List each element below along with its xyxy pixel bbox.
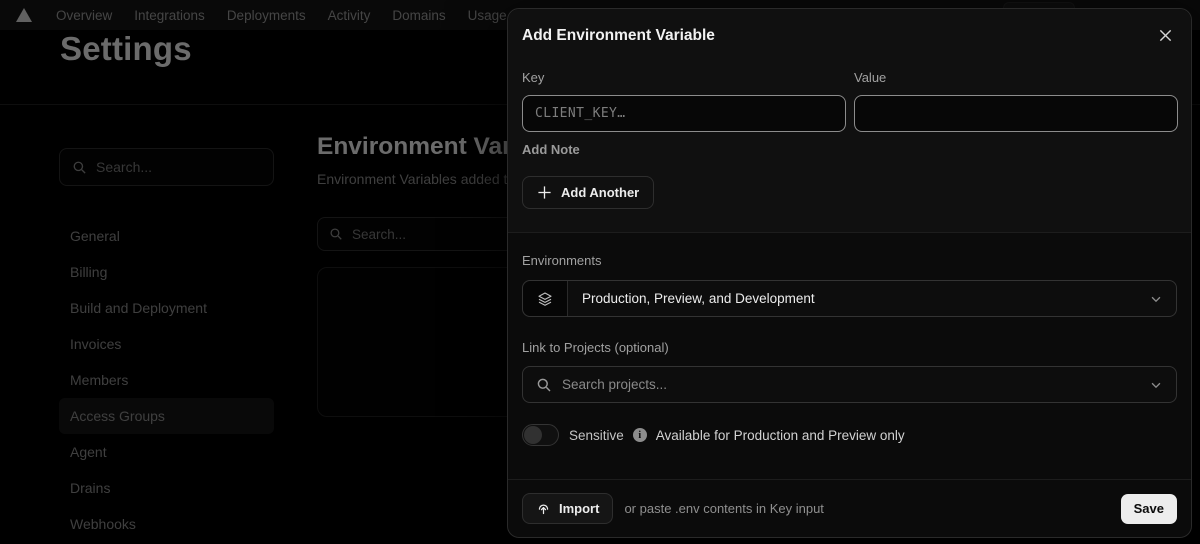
add-another-button[interactable]: Add Another <box>522 176 655 209</box>
chevron-down-icon <box>1151 296 1161 302</box>
sensitive-toggle[interactable] <box>522 424 559 446</box>
upload-icon <box>538 504 549 515</box>
sensitive-label: Sensitive <box>569 427 624 443</box>
import-button[interactable]: Import <box>522 493 614 524</box>
key-input[interactable] <box>522 95 846 132</box>
environments-selected-value: Production, Preview, and Development <box>582 291 815 306</box>
modal-middle-section: Environments Production, Preview, and De… <box>508 234 1191 479</box>
modal-title: Add Environment Variable <box>522 27 715 44</box>
project-search-input[interactable]: Search projects... <box>522 366 1177 403</box>
project-search-placeholder: Search projects... <box>562 377 668 392</box>
layers-icon <box>538 291 552 306</box>
add-note-link[interactable]: Add Note <box>522 142 580 157</box>
chevron-down-icon <box>1151 382 1161 388</box>
add-env-variable-modal: Add Environment Variable Key Value Add N… <box>507 8 1192 538</box>
modal-footer: Import or paste .env contents in Key inp… <box>508 479 1191 537</box>
import-button-label: Import <box>559 501 600 516</box>
key-label: Key <box>522 70 545 85</box>
save-button[interactable]: Save <box>1120 493 1177 524</box>
toggle-knob <box>524 426 542 444</box>
link-projects-label: Link to Projects (optional) <box>522 340 669 355</box>
environments-label: Environments <box>522 253 602 268</box>
close-button[interactable] <box>1155 25 1175 45</box>
env-paste-hint: or paste .env contents in Key input <box>624 501 824 516</box>
info-icon[interactable]: i <box>632 428 647 442</box>
add-another-label: Add Another <box>561 185 640 200</box>
search-icon <box>537 378 551 392</box>
sensitive-row: Sensitive i Available for Production and… <box>522 424 905 446</box>
value-input[interactable] <box>854 95 1178 132</box>
modal-top-section: Add Environment Variable Key Value Add N… <box>508 9 1191 233</box>
environments-icon-cell <box>523 281 568 316</box>
value-label: Value <box>854 70 887 85</box>
environments-select[interactable]: Production, Preview, and Development <box>522 280 1177 317</box>
sensitive-availability-note: Available for Production and Preview onl… <box>655 427 905 443</box>
close-icon <box>1159 29 1171 41</box>
plus-icon <box>538 186 551 199</box>
